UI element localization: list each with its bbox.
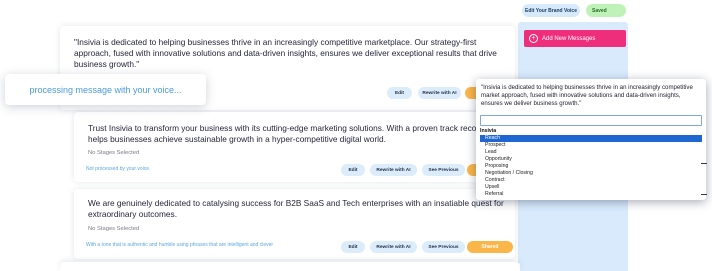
stage-search-input[interactable]: [480, 115, 702, 126]
edit-button[interactable]: Edit: [387, 87, 412, 99]
add-new-messages-label: Add New Messages: [542, 35, 596, 42]
stage-option-lead[interactable]: Lead: [480, 149, 702, 156]
add-new-messages-button[interactable]: + Add New Messages: [524, 30, 626, 47]
see-previous-button[interactable]: See Previous: [422, 241, 465, 253]
saved-status-badge: Saved: [586, 4, 626, 17]
stage-option-opportunity[interactable]: Opportunity: [480, 156, 702, 163]
message-card-3: We are genuinely dedicated to catalysing…: [74, 189, 515, 259]
stage-option-negotiation-closing[interactable]: Negotiation / Closing: [480, 170, 702, 177]
stages-label: No Stages Selected: [88, 226, 140, 232]
stage-option-prospect[interactable]: Prospect: [480, 142, 702, 149]
message-text: "Insivia is dedicated to helping busines…: [74, 37, 497, 69]
scroll-tick: [701, 194, 707, 195]
shared-button[interactable]: Shared: [467, 241, 513, 253]
stage-option-referral[interactable]: Referral: [480, 191, 702, 198]
edit-brand-voice-button[interactable]: Edit Your Brand Voice: [522, 4, 580, 17]
message-text: Trust Insivia to transform your business…: [88, 123, 493, 144]
stage-option-contract[interactable]: Contract: [480, 177, 702, 184]
message-card-4: [60, 262, 520, 271]
stages-label: No Stages Selected: [88, 150, 140, 156]
see-previous-button[interactable]: See Previous: [422, 164, 465, 176]
stage-group-label: Insivia: [480, 128, 497, 134]
processing-toast: processing message with your voice...: [5, 74, 206, 105]
voice-status: Not processed by your voice.: [86, 166, 151, 172]
stage-options-list: Insivia Reach Prospect Lead Opportunity Prop…: [480, 128, 702, 198]
app-canvas: Edit Your Brand Voice Saved + Add New Me…: [0, 0, 712, 271]
stage-option-reach[interactable]: Reach: [480, 135, 702, 142]
stage-picker-popover: "Insivia is dedicated to helping busines…: [476, 79, 706, 200]
voice-status: With a tone that is authentic and humble…: [86, 242, 274, 248]
stage-option-proposing[interactable]: Proposing: [480, 163, 702, 170]
rewrite-with-ai-button[interactable]: Rewrite with AI: [370, 164, 417, 176]
edit-button[interactable]: Edit: [341, 241, 365, 253]
processing-toast-text: processing message with your voice...: [29, 84, 182, 95]
rewrite-with-ai-button[interactable]: Rewrite with AI: [370, 241, 417, 253]
stage-option-upsell[interactable]: Upsell: [480, 184, 702, 191]
plus-icon: +: [529, 34, 538, 43]
popover-message-text: "Insivia is dedicated to helping busines…: [481, 84, 693, 107]
rewrite-with-ai-button[interactable]: Rewrite with AI: [418, 87, 461, 99]
message-text: We are genuinely dedicated to catalysing…: [88, 198, 504, 219]
scroll-tick: [701, 163, 707, 164]
message-card-2: Trust Insivia to transform your business…: [74, 112, 515, 182]
edit-button[interactable]: Edit: [341, 164, 365, 176]
